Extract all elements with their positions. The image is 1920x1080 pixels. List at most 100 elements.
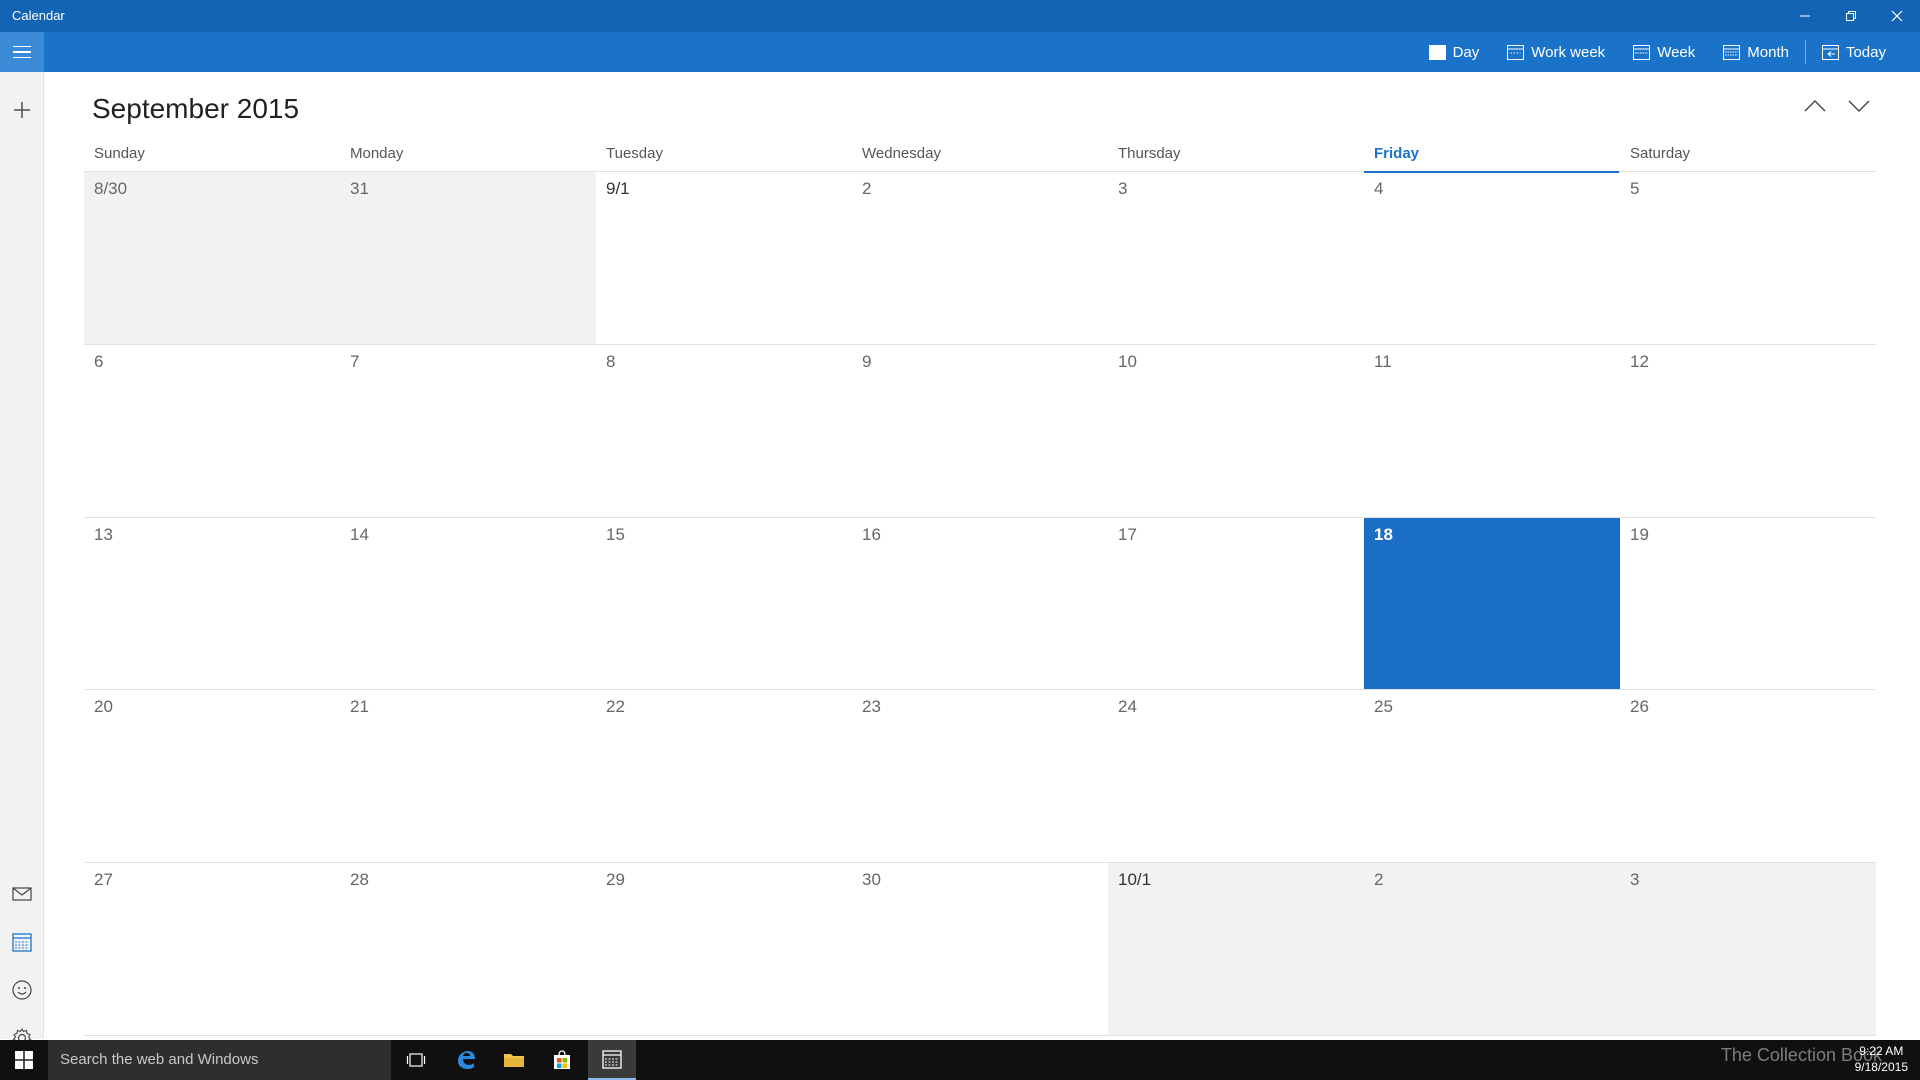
weekday-label-tuesday: Tuesday — [606, 145, 663, 162]
today-icon — [1821, 44, 1839, 60]
day-cell[interactable]: 9 — [852, 345, 1108, 518]
day-cell[interactable]: 25 — [1364, 690, 1620, 864]
people-button[interactable] — [0, 968, 44, 1012]
day-cell[interactable]: 2 — [852, 172, 1108, 345]
chevron-down-icon — [1848, 100, 1870, 112]
title-bar: Calendar — [0, 0, 1920, 32]
taskbar-search-input[interactable]: Search the web and Windows — [48, 1040, 391, 1080]
day-cell[interactable]: 6 — [84, 345, 340, 518]
calendar-taskbar-button[interactable] — [588, 1040, 636, 1080]
day-view-button[interactable]: Day — [1415, 32, 1494, 72]
day-number: 29 — [606, 870, 625, 890]
day-cell[interactable]: 16 — [852, 518, 1108, 691]
day-number: 23 — [862, 697, 881, 717]
close-icon — [1891, 10, 1903, 22]
day-cell[interactable]: 12 — [1620, 345, 1876, 518]
day-number: 2 — [862, 179, 872, 198]
day-number: 16 — [862, 524, 881, 544]
day-number: 31 — [350, 179, 369, 198]
hamburger-line — [13, 51, 31, 53]
start-button[interactable] — [0, 1040, 48, 1080]
taskbar-clock[interactable]: 9:22 AM 9/18/2015 — [1855, 1043, 1908, 1075]
day-number: 7 — [350, 351, 360, 371]
day-cell[interactable]: 22 — [596, 690, 852, 864]
work-week-view-label: Work week — [1531, 43, 1606, 61]
day-cell[interactable]: 3 — [1620, 863, 1876, 1036]
day-cell[interactable]: 14 — [340, 518, 596, 691]
day-number: 28 — [350, 870, 369, 890]
calendar-button[interactable] — [0, 920, 44, 964]
weekday-header: Sunday Monday Tuesday Wednesday Thursday Frid… — [84, 144, 1876, 173]
hamburger-menu-button[interactable] — [0, 32, 44, 72]
weekday-label-sunday: Sunday — [94, 145, 145, 162]
mail-button[interactable] — [0, 872, 44, 916]
store-button[interactable] — [538, 1040, 586, 1080]
task-view-icon — [406, 1053, 426, 1067]
day-cell[interactable]: 10 — [1108, 345, 1364, 518]
mail-icon — [12, 887, 32, 901]
taskbar: Search the web and Windows The Collectio… — [0, 1040, 1920, 1080]
day-cell[interactable]: 11 — [1364, 345, 1620, 518]
store-icon — [554, 1050, 570, 1069]
day-cell[interactable]: 3 — [1108, 172, 1364, 345]
day-cell[interactable]: 26 — [1620, 690, 1876, 864]
day-number: 24 — [1118, 697, 1137, 717]
day-cell[interactable]: 29 — [596, 863, 852, 1036]
day-cell[interactable]: 23 — [852, 690, 1108, 864]
month-grid: 8/30 31 9/1 2 3 4 5 6 7 8 9 10 11 12 13 14 15 16 17 18 19 20 2… — [84, 172, 1876, 1036]
day-cell[interactable]: 27 — [84, 863, 340, 1036]
file-explorer-button[interactable] — [490, 1040, 538, 1080]
day-cell[interactable]: 7 — [340, 345, 596, 518]
close-button[interactable] — [1874, 0, 1920, 32]
day-cell[interactable]: 4 — [1364, 172, 1620, 345]
day-cell[interactable]: 24 — [1108, 690, 1364, 864]
minimize-button[interactable] — [1782, 0, 1828, 32]
today-button[interactable]: Today — [1808, 32, 1900, 72]
calendar-icon — [602, 1050, 622, 1069]
week-view-button[interactable]: Week — [1619, 32, 1709, 72]
day-number: 30 — [862, 870, 881, 890]
day-cell[interactable]: 20 — [84, 690, 340, 864]
day-cell[interactable]: 21 — [340, 690, 596, 864]
day-cell[interactable]: 8 — [596, 345, 852, 518]
day-number: 25 — [1374, 697, 1393, 717]
day-number: 9 — [862, 351, 872, 371]
folder-icon — [504, 1054, 524, 1067]
today-label: Today — [1845, 43, 1886, 61]
command-bar: Day Work week Week Month Today — [0, 32, 1920, 72]
week-view-label: Week — [1657, 43, 1696, 61]
day-cell[interactable]: 15 — [596, 518, 852, 691]
new-event-button[interactable] — [0, 88, 44, 132]
next-month-button[interactable] — [1843, 94, 1875, 118]
plus-icon — [14, 102, 30, 118]
day-cell[interactable]: 28 — [340, 863, 596, 1036]
day-number: 8/30 — [94, 179, 128, 198]
edge-taskbar-button[interactable] — [442, 1040, 490, 1080]
day-cell[interactable]: 31 — [340, 172, 596, 345]
day-cell[interactable]: 5 — [1620, 172, 1876, 345]
weekday-label-saturday: Saturday — [1630, 145, 1691, 162]
day-number: 21 — [350, 697, 369, 717]
weekday-label-monday: Monday — [350, 145, 404, 162]
day-cell[interactable]: 19 — [1620, 518, 1876, 691]
task-view-button[interactable] — [392, 1040, 440, 1080]
day-cell[interactable]: 30 — [852, 863, 1108, 1036]
previous-month-button[interactable] — [1799, 94, 1831, 118]
day-cell[interactable]: 10/1 — [1108, 863, 1364, 1036]
view-switcher: Day Work week Week Month Today — [1415, 32, 1900, 72]
work-week-view-button[interactable]: Work week — [1493, 32, 1619, 72]
restore-button[interactable] — [1828, 0, 1874, 32]
day-cell[interactable]: 13 — [84, 518, 340, 691]
work-week-icon — [1507, 44, 1525, 60]
month-view-button[interactable]: Month — [1709, 32, 1803, 72]
day-cell[interactable]: 17 — [1108, 518, 1364, 691]
day-cell[interactable]: 9/1 — [596, 172, 852, 345]
calendar-icon — [12, 933, 32, 952]
day-number: 26 — [1630, 697, 1649, 717]
restore-icon — [1846, 11, 1856, 21]
day-cell[interactable]: 2 — [1364, 863, 1620, 1036]
day-cell[interactable]: 8/30 — [84, 172, 340, 345]
day-number: 9/1 — [606, 179, 630, 198]
day-number: 15 — [606, 524, 625, 544]
day-cell-today[interactable]: 18 — [1364, 517, 1620, 691]
